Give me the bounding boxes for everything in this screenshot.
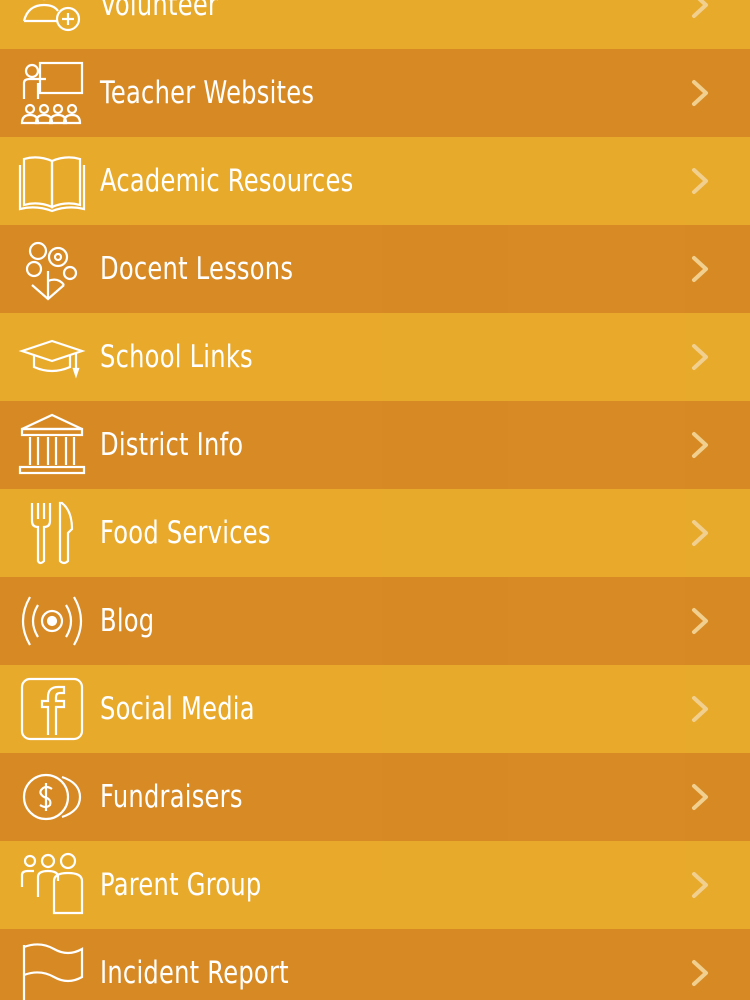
building-icon <box>18 411 86 479</box>
menu-item-label: Volunteer <box>100 0 219 23</box>
menu-item-label: Parent Group <box>100 867 262 903</box>
group-icon <box>18 851 86 919</box>
facebook-icon <box>18 675 86 743</box>
chevron-right-icon <box>686 871 714 899</box>
menu-item-social-media[interactable]: Social Media <box>0 665 750 753</box>
coins-icon <box>18 763 86 831</box>
flag-icon <box>18 939 86 1000</box>
menu-item-docent-lessons[interactable]: Docent Lessons <box>0 225 750 313</box>
volunteer-icon <box>18 0 86 39</box>
menu-item-label: Food Services <box>100 515 271 551</box>
menu-item-label: Blog <box>100 603 155 639</box>
menu-item-label: Social Media <box>100 691 255 727</box>
menu-item-label: School Links <box>100 339 253 375</box>
menu-item-food-services[interactable]: Food Services <box>0 489 750 577</box>
menu-item-label: District Info <box>100 427 244 463</box>
chevron-right-icon <box>686 0 714 19</box>
chevron-right-icon <box>686 343 714 371</box>
menu-item-teacher-websites[interactable]: Teacher Websites <box>0 49 750 137</box>
chevron-right-icon <box>686 79 714 107</box>
menu-item-volunteer[interactable]: Volunteer <box>0 0 750 49</box>
menu-item-blog[interactable]: Blog <box>0 577 750 665</box>
chevron-right-icon <box>686 431 714 459</box>
book-icon <box>18 147 86 215</box>
graduation-cap-icon <box>18 323 86 391</box>
chevron-right-icon <box>686 695 714 723</box>
chevron-right-icon <box>686 783 714 811</box>
menu-item-label: Docent Lessons <box>100 251 294 287</box>
menu-item-label: Teacher Websites <box>100 75 315 111</box>
menu-item-school-links[interactable]: School Links <box>0 313 750 401</box>
chevron-right-icon <box>686 167 714 195</box>
menu-item-label: Academic Resources <box>100 163 354 199</box>
menu-item-incident-report[interactable]: Incident Report <box>0 929 750 1000</box>
broadcast-icon <box>18 587 86 655</box>
fork-knife-icon <box>18 499 86 567</box>
flower-icon <box>18 235 86 303</box>
menu-list: Volunteer Teacher Websites Academic Reso… <box>0 0 750 1000</box>
menu-item-parent-group[interactable]: Parent Group <box>0 841 750 929</box>
menu-item-academic-resources[interactable]: Academic Resources <box>0 137 750 225</box>
chevron-right-icon <box>686 255 714 283</box>
chevron-right-icon <box>686 959 714 987</box>
menu-item-label: Fundraisers <box>100 779 243 815</box>
chevron-right-icon <box>686 519 714 547</box>
menu-item-label: Incident Report <box>100 955 289 991</box>
app-screen: Volunteer Teacher Websites Academic Reso… <box>0 0 750 1000</box>
chevron-right-icon <box>686 607 714 635</box>
teacher-icon <box>18 59 86 127</box>
menu-item-fundraisers[interactable]: Fundraisers <box>0 753 750 841</box>
menu-item-district-info[interactable]: District Info <box>0 401 750 489</box>
